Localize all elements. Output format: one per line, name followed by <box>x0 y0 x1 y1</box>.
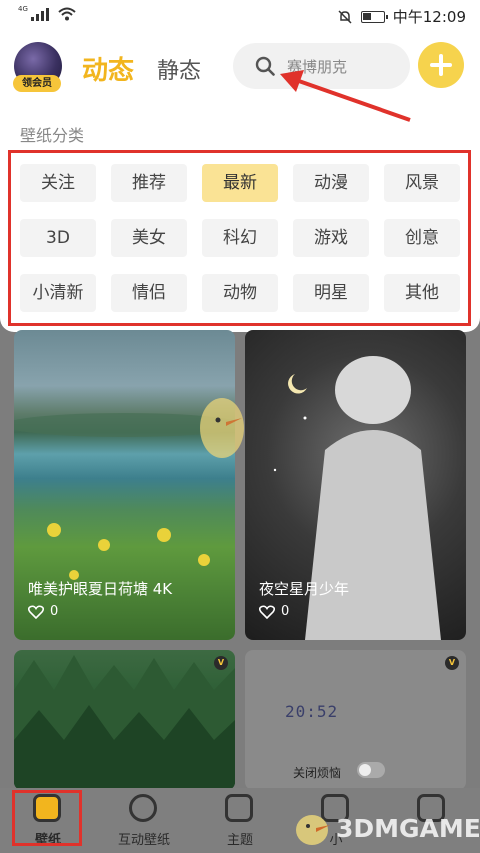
wifi-icon <box>58 7 76 21</box>
category-item-selected[interactable]: 最新 <box>202 164 278 202</box>
vip-icon: V <box>445 656 459 670</box>
clock-preview: 20:52 <box>285 702 339 721</box>
category-item[interactable]: 美女 <box>111 219 187 257</box>
category-section-title: 壁纸分类 <box>20 126 85 145</box>
heart-icon <box>259 604 275 619</box>
category-item[interactable]: 风景 <box>384 164 460 202</box>
wallpaper-card[interactable]: 唯美护眼夏日荷塘 4K 0 <box>14 330 235 640</box>
wallpaper-title: 夜空星月少年 <box>259 580 350 598</box>
tab-dynamic[interactable]: 动态 <box>82 50 134 87</box>
tab-static[interactable]: 静态 <box>157 53 201 85</box>
network-type: 4G <box>18 5 28 13</box>
interactive-wallpaper-icon <box>129 794 157 822</box>
category-item[interactable]: 明星 <box>293 274 369 312</box>
category-item[interactable]: 关注 <box>20 164 96 202</box>
watermark-text: 3DMGAME <box>336 813 480 843</box>
nav-label: 互动壁纸 <box>117 833 170 848</box>
category-item[interactable]: 科幻 <box>202 219 278 257</box>
wallpaper-likes[interactable]: 0 <box>28 604 58 619</box>
search-bar[interactable]: 赛博朋克 <box>233 43 410 89</box>
battery-icon <box>360 10 388 23</box>
status-bar: 4G 中午12:09 <box>0 0 480 32</box>
theme-icon <box>225 794 253 822</box>
nav-item-theme[interactable]: 主题 <box>192 788 288 853</box>
status-right: 中午12:09 <box>337 6 466 27</box>
category-item[interactable]: 动物 <box>202 274 278 312</box>
category-item[interactable]: 小清新 <box>20 274 96 312</box>
category-item[interactable]: 情侣 <box>111 274 187 312</box>
toggle-switch[interactable] <box>357 762 385 778</box>
heart-icon <box>28 604 44 619</box>
toggle-label: 关闭烦恼 <box>293 766 342 780</box>
signal-icon <box>30 7 49 21</box>
search-placeholder: 赛博朋克 <box>287 58 348 76</box>
vip-badge[interactable]: 领会员 <box>13 75 61 92</box>
header-panel: 领会员 动态 静态 赛博朋克 壁纸分类 关注 推荐 最新 动漫 风景 3D 美女… <box>0 32 480 332</box>
nav-highlight-box <box>12 790 82 846</box>
category-item[interactable]: 动漫 <box>293 164 369 202</box>
wallpaper-card[interactable]: V <box>14 650 235 790</box>
mascot-icon <box>200 398 244 458</box>
mute-bell-icon <box>338 9 352 24</box>
category-item[interactable]: 创意 <box>384 219 460 257</box>
wallpaper-card[interactable]: V 20:52 关闭烦恼 <box>245 650 466 790</box>
likes-count: 0 <box>50 604 59 619</box>
nav-item-interactive-wallpaper[interactable]: 互动壁纸 <box>96 788 192 853</box>
likes-count: 0 <box>281 604 290 619</box>
watermark: 3DMGAME <box>290 808 480 848</box>
watermark-logo-icon <box>296 815 330 845</box>
card-forest <box>14 655 235 790</box>
category-item[interactable]: 3D <box>20 219 96 257</box>
search-icon <box>255 56 275 76</box>
add-button[interactable] <box>418 42 464 88</box>
wallpaper-card[interactable]: 夜空星月少年 0 <box>245 330 466 640</box>
category-item[interactable]: 游戏 <box>293 219 369 257</box>
nav-label: 主题 <box>226 833 253 848</box>
vip-icon: V <box>214 656 228 670</box>
category-item[interactable]: 其他 <box>384 274 460 312</box>
wallpaper-likes[interactable]: 0 <box>259 604 289 619</box>
status-left: 4G <box>18 5 76 21</box>
wallpaper-title: 唯美护眼夏日荷塘 4K <box>28 580 173 598</box>
status-time: 中午12:09 <box>392 8 466 26</box>
category-item[interactable]: 推荐 <box>111 164 187 202</box>
